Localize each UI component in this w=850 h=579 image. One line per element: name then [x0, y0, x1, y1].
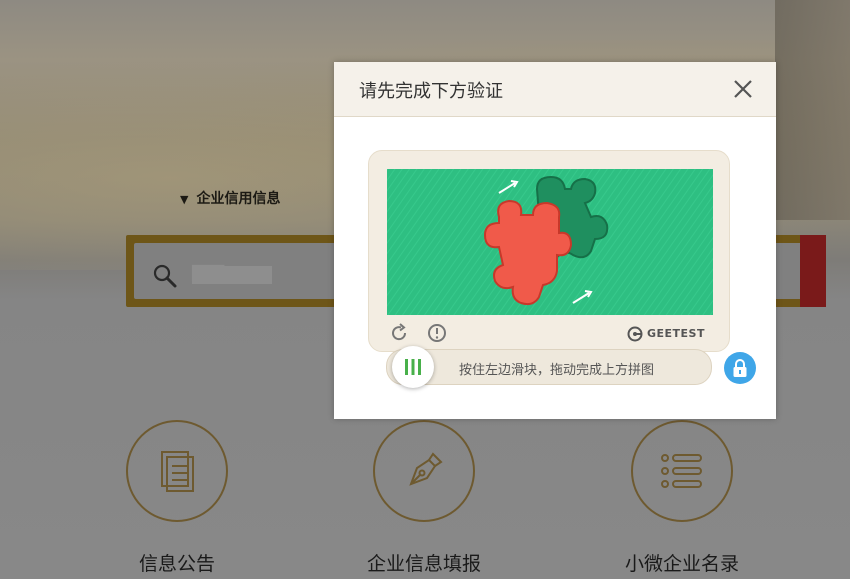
drag-handle-icon	[405, 359, 421, 375]
feature-icon-circle	[373, 420, 475, 522]
captcha-panel: GEETEST	[368, 150, 730, 352]
feature-icon-circle	[126, 420, 228, 522]
document-icon	[161, 451, 194, 492]
feature-small-business-list[interactable]: 小微企业名录	[622, 420, 742, 576]
search-icon	[153, 264, 177, 288]
pen-icon	[409, 452, 443, 486]
lock-button[interactable]	[724, 352, 756, 384]
feature-report[interactable]: 企业信息填报	[364, 420, 484, 576]
lock-icon	[733, 359, 747, 377]
brand-name: GEETEST	[646, 327, 705, 340]
puzzle-illustration	[387, 169, 713, 315]
info-icon[interactable]	[427, 323, 447, 343]
puzzle-image	[387, 169, 713, 315]
verification-dialog: 请先完成下方验证 GEETEST 按住左边滑块，拖动完成上方拼图	[334, 62, 776, 419]
feature-icon-circle	[631, 420, 733, 522]
dropdown-triangle-icon: ▼	[180, 193, 189, 206]
close-icon[interactable]	[730, 76, 756, 102]
category-dropdown[interactable]: ▼ 企业信用信息	[180, 188, 280, 208]
slider-track[interactable]: 按住左边滑块，拖动完成上方拼图	[386, 349, 712, 385]
feature-notices[interactable]: 信息公告	[117, 420, 237, 576]
geetest-logo-icon	[627, 326, 643, 342]
dialog-header: 请先完成下方验证	[334, 62, 776, 117]
refresh-icon[interactable]	[389, 323, 409, 343]
captcha-toolbar: GEETEST	[369, 317, 729, 351]
list-icon	[661, 454, 702, 488]
feature-label: 企业信息填报	[366, 553, 481, 575]
feature-label: 小微企业名录	[624, 553, 739, 575]
dialog-title: 请先完成下方验证	[359, 81, 503, 102]
background-building	[775, 0, 850, 220]
feature-label: 信息公告	[138, 553, 215, 575]
search-button[interactable]	[800, 235, 826, 307]
slider-knob[interactable]	[392, 346, 434, 388]
search-value: ███	[192, 266, 272, 284]
slider-hint: 按住左边滑块，拖动完成上方拼图	[459, 363, 655, 378]
brand: GEETEST	[627, 326, 705, 342]
category-label: 企业信用信息	[196, 191, 281, 207]
